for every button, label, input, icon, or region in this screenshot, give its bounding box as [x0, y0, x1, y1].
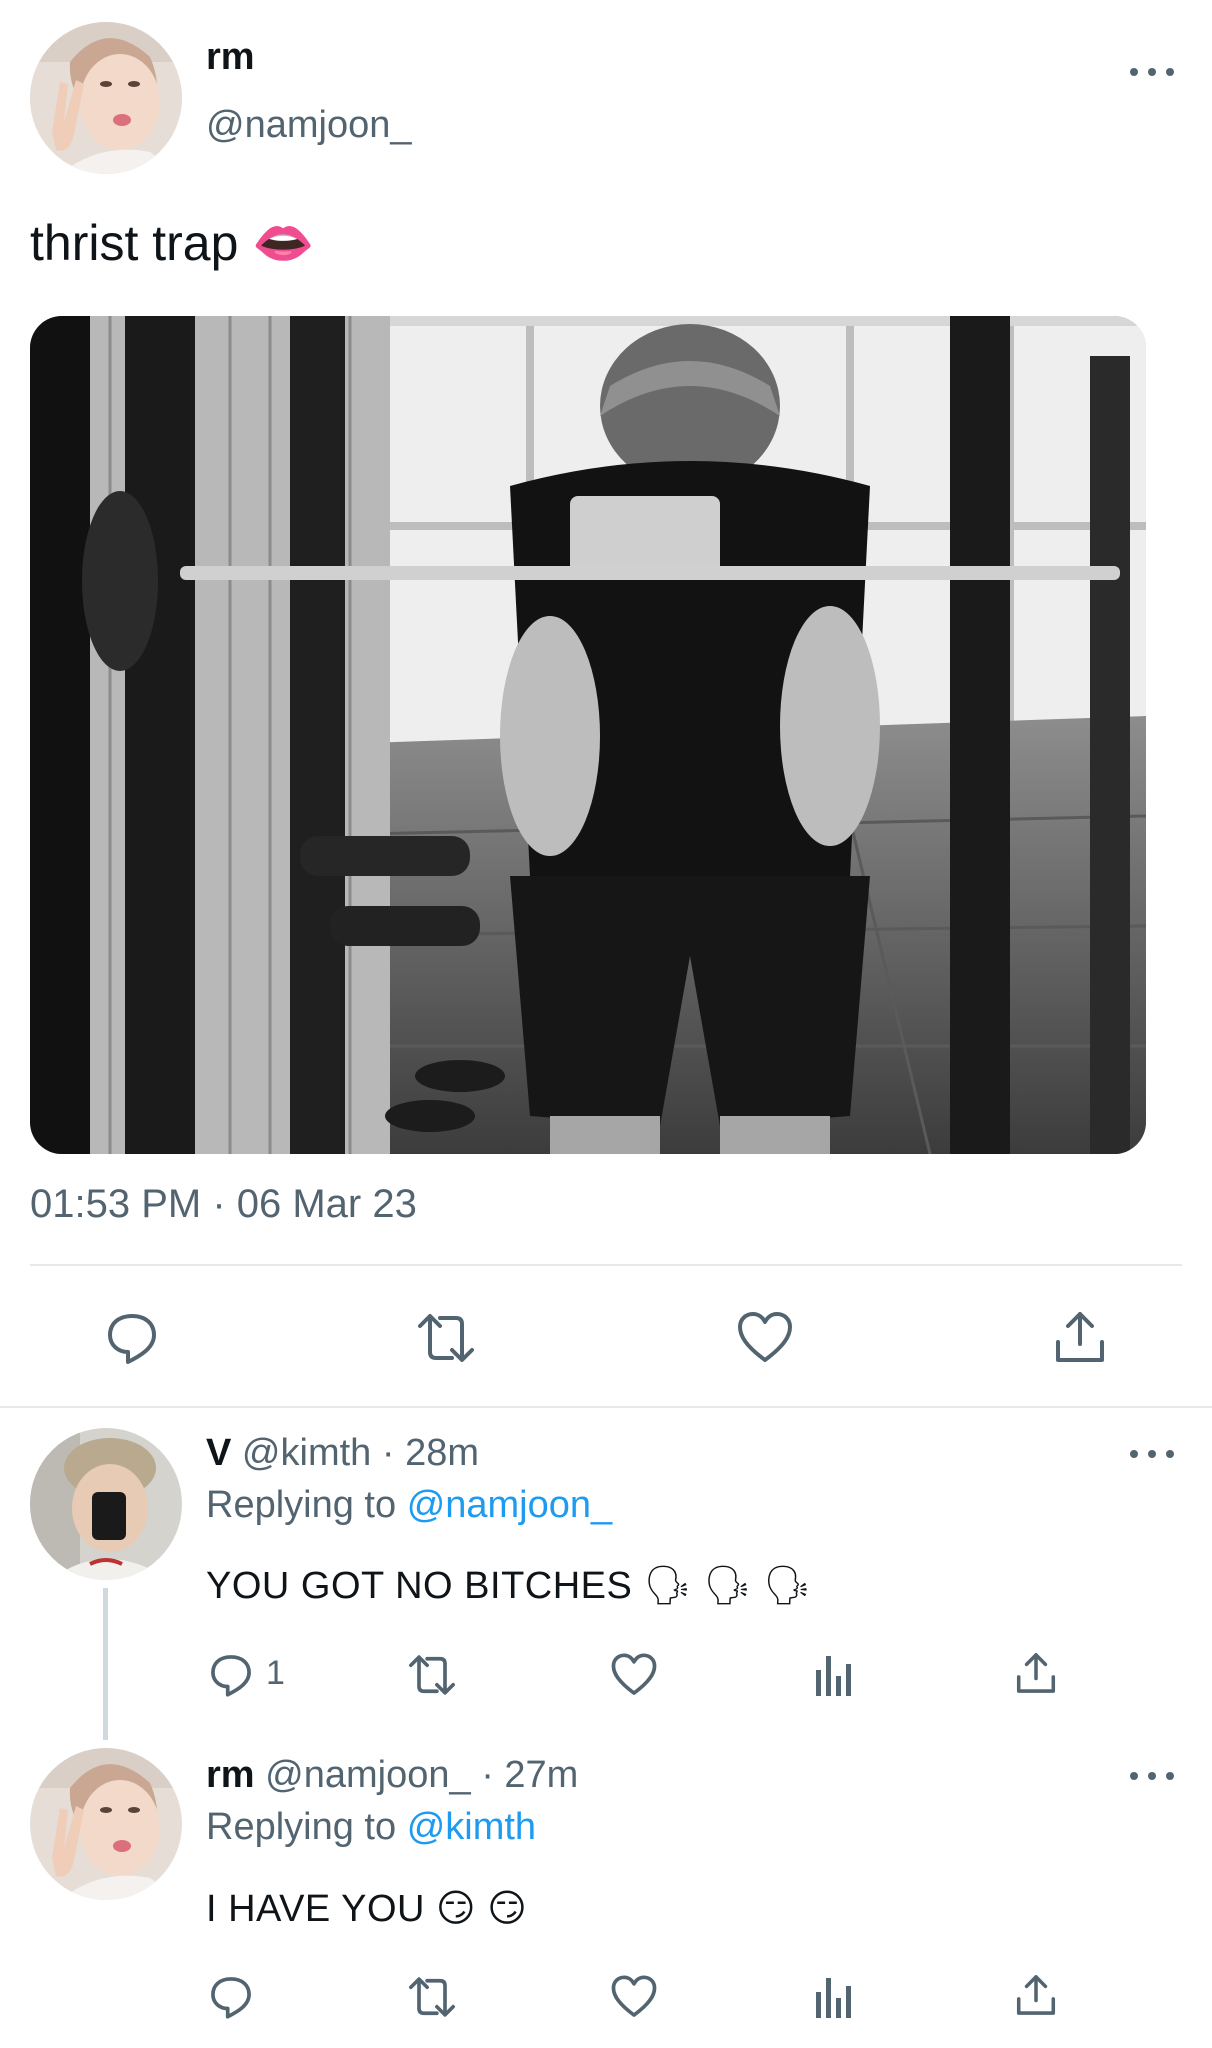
share-upload-icon[interactable]: [1052, 1308, 1108, 1366]
reply-time[interactable]: · 27m: [481, 1754, 578, 1796]
retweet-icon[interactable]: [406, 1652, 458, 1698]
replying-to-label: Replying to: [206, 1806, 397, 1848]
speech-bubble-icon[interactable]: [104, 1310, 160, 1366]
reply-author-avatar[interactable]: [30, 1428, 182, 1580]
author-name[interactable]: rm: [206, 36, 255, 79]
replying-to-label: Replying to: [206, 1484, 397, 1526]
replying-to: Replying to @kimth: [206, 1806, 536, 1849]
speech-bubble-icon[interactable]: [208, 1652, 254, 1698]
tweet-text: thrist trap 👄: [30, 215, 315, 271]
tweet-photo[interactable]: [30, 316, 1146, 1154]
author-handle[interactable]: @namjoon_: [206, 104, 411, 147]
replying-to-handle[interactable]: @kimth: [407, 1806, 536, 1848]
retweet-icon[interactable]: [406, 1974, 458, 2020]
reply-author-name[interactable]: V: [206, 1432, 231, 1474]
reply-text: I HAVE YOU 😏 😏: [206, 1888, 528, 1930]
divider: [0, 1406, 1212, 1408]
replying-to: Replying to @namjoon_: [206, 1484, 612, 1527]
reply-header: V @kimth · 28m: [206, 1432, 479, 1475]
bar-chart-icon[interactable]: [814, 1652, 856, 1698]
reply-count: 1: [266, 1654, 285, 1692]
thread-line: [103, 1588, 108, 1740]
more-dots-icon[interactable]: [1130, 62, 1174, 82]
reply-author-name[interactable]: rm: [206, 1754, 255, 1796]
more-dots-icon[interactable]: [1130, 1444, 1174, 1464]
more-dots-icon[interactable]: [1130, 1766, 1174, 1786]
heart-icon[interactable]: [610, 1974, 658, 2020]
reply-header: rm @namjoon_ · 27m: [206, 1754, 578, 1797]
retweet-icon[interactable]: [414, 1310, 478, 1366]
reply-author-avatar[interactable]: [30, 1748, 182, 1900]
share-upload-icon[interactable]: [1014, 1650, 1058, 1696]
heart-icon[interactable]: [610, 1652, 658, 1698]
reply-text: YOU GOT NO BITCHES 🗣 🗣 🗣: [206, 1565, 812, 1607]
reply-time[interactable]: · 28m: [382, 1432, 479, 1474]
heart-icon[interactable]: [736, 1310, 794, 1366]
tweet-timestamp: 01:53 PM · 06 Mar 23: [30, 1182, 417, 1226]
bar-chart-icon[interactable]: [814, 1974, 856, 2020]
replying-to-handle[interactable]: @namjoon_: [407, 1484, 612, 1526]
divider: [30, 1264, 1182, 1266]
share-upload-icon[interactable]: [1014, 1972, 1058, 2018]
reply-author-handle[interactable]: @namjoon_: [265, 1754, 470, 1796]
reply-author-handle[interactable]: @kimth: [242, 1432, 371, 1474]
speech-bubble-icon[interactable]: [208, 1974, 254, 2020]
author-avatar[interactable]: [30, 22, 182, 174]
